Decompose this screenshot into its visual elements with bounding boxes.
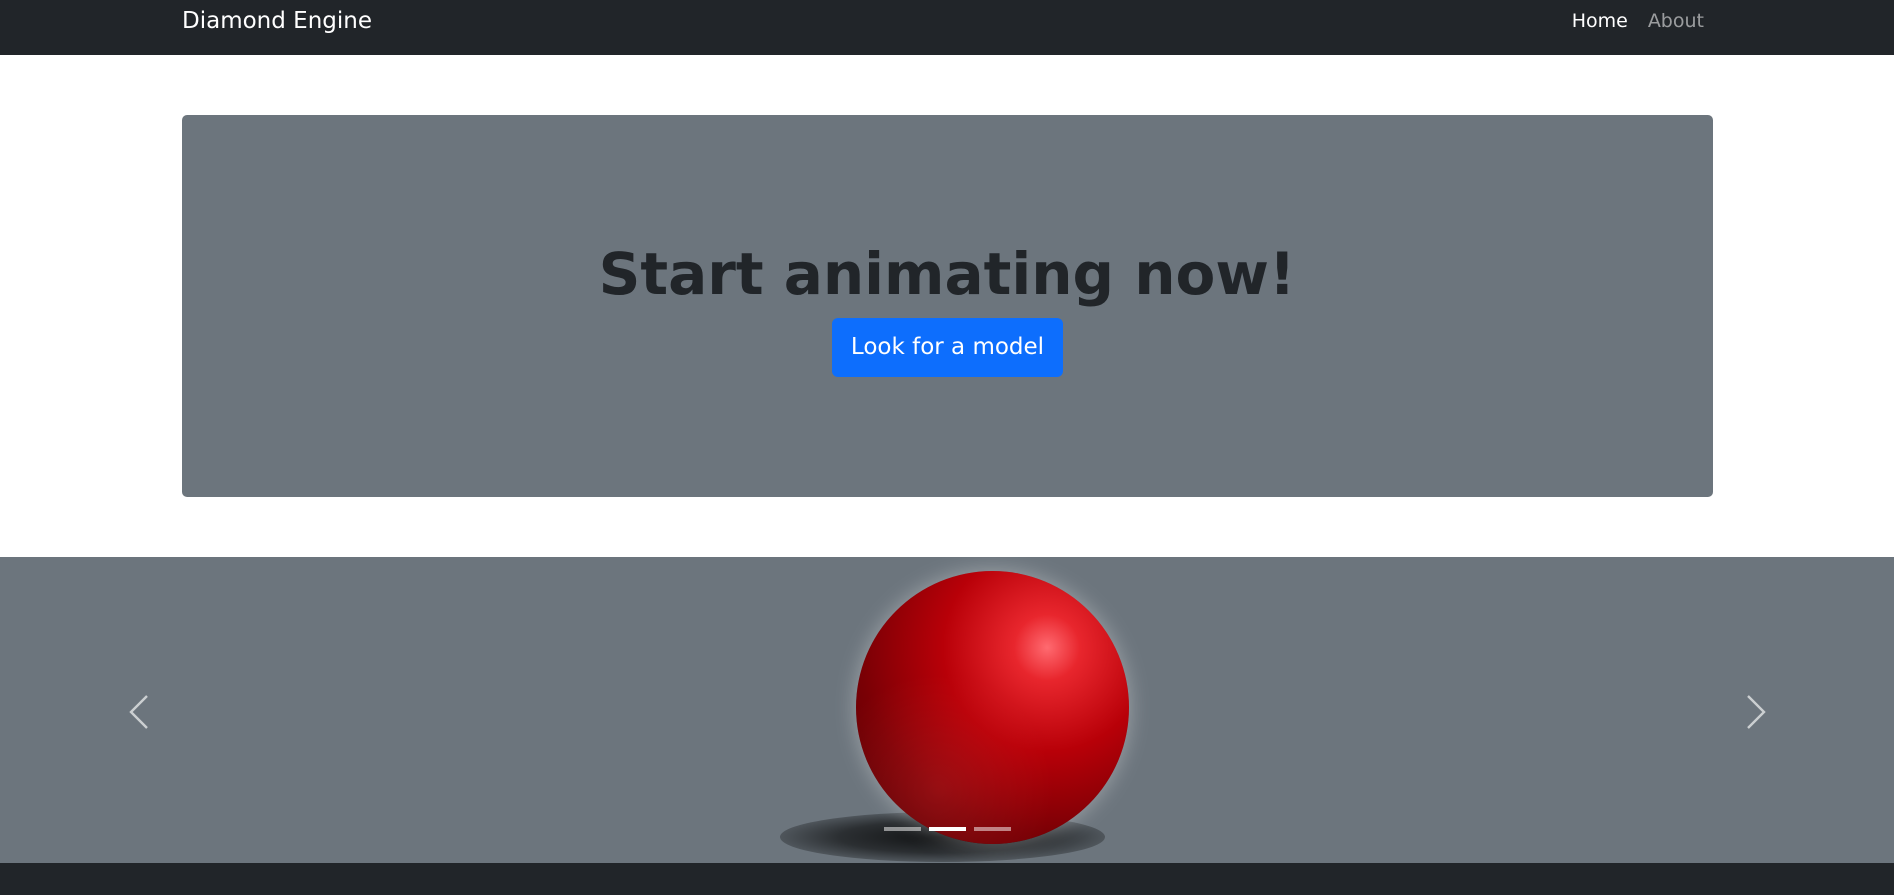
navbar: Diamond Engine Home About	[0, 0, 1894, 55]
look-for-model-button[interactable]: Look for a model	[832, 318, 1063, 377]
chevron-right-icon	[1747, 695, 1766, 729]
hero-title: Start animating now!	[598, 240, 1296, 308]
carousel-prev-button[interactable]	[120, 687, 160, 737]
brand-link[interactable]: Diamond Engine	[182, 6, 372, 36]
carousel-indicators	[884, 827, 1011, 831]
carousel-indicator-3[interactable]	[974, 827, 1011, 831]
nav-link-about[interactable]: About	[1648, 9, 1704, 33]
red-sphere-image	[856, 571, 1129, 844]
chevron-left-icon	[129, 695, 148, 729]
nav-links: Home About	[1572, 9, 1704, 33]
carousel	[0, 557, 1894, 863]
nav-link-home[interactable]: Home	[1572, 9, 1628, 33]
carousel-indicator-1[interactable]	[884, 827, 921, 831]
footer	[0, 863, 1894, 895]
carousel-indicator-2[interactable]	[929, 827, 966, 831]
carousel-next-button[interactable]	[1735, 687, 1775, 737]
